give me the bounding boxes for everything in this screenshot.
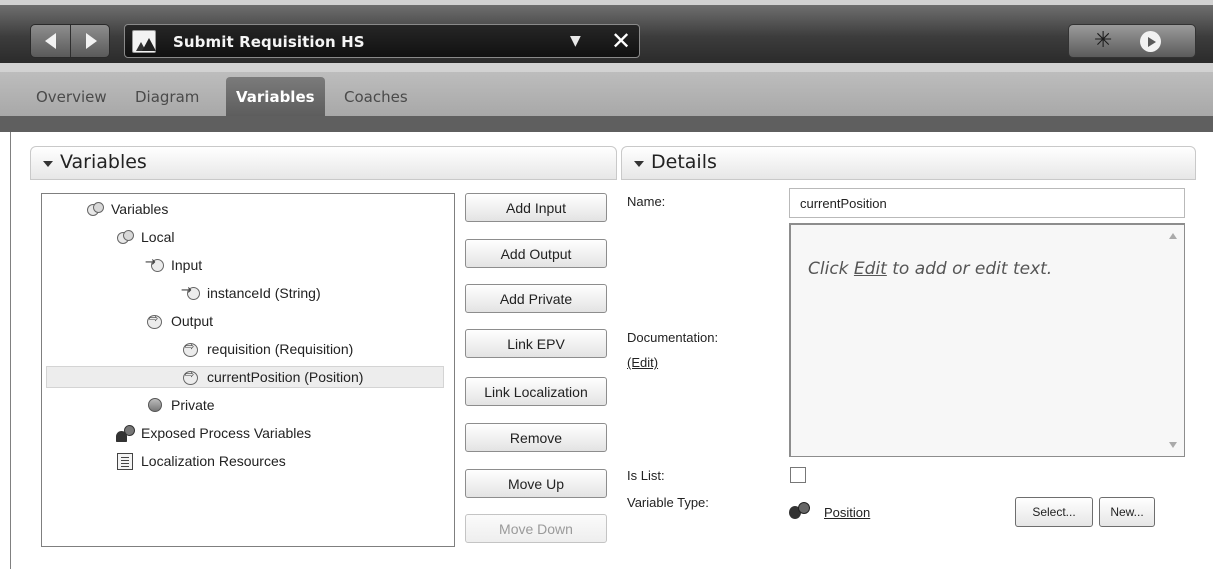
move-down-button: Move Down — [465, 514, 607, 543]
run-play-icon[interactable] — [1140, 31, 1161, 52]
tree-item-private[interactable]: Private — [146, 394, 215, 416]
editor-toolbar: Submit Requisition HS ▼ ✕ ✳ — [0, 0, 1213, 72]
forward-button[interactable] — [71, 25, 111, 57]
tree-item-label: Output — [171, 313, 214, 329]
documentation-hint-prefix: Click — [808, 259, 854, 279]
close-icon[interactable]: ✕ — [611, 27, 631, 55]
input-variable-icon — [145, 255, 164, 274]
documentation-edit-link[interactable]: (Edit) — [627, 355, 658, 370]
history-navigation — [30, 24, 110, 58]
link-epv-button[interactable]: Link EPV — [465, 329, 607, 358]
debug-bug-icon[interactable]: ✳ — [1094, 29, 1112, 53]
tree-item-label: Private — [171, 397, 215, 413]
variables-tree[interactable]: Variables Local Input instanceId (String… — [41, 193, 455, 547]
documentation-label: Documentation: — [627, 330, 719, 345]
tab-coaches[interactable]: Coaches — [344, 88, 408, 106]
tree-item-label: Exposed Process Variables — [141, 425, 312, 441]
business-object-icon — [789, 501, 811, 521]
back-arrow-icon — [45, 33, 56, 49]
move-up-button[interactable]: Move Up — [465, 469, 607, 498]
tree-item-currentposition[interactable]: currentPosition (Position) — [46, 366, 444, 388]
variable-type-label: Variable Type: — [627, 495, 709, 510]
output-variable-icon — [182, 340, 199, 358]
documentation-area[interactable]: Click Edit to add or edit text. — [789, 223, 1185, 457]
add-private-button[interactable]: Add Private — [465, 284, 607, 313]
tree-item-label: instanceId (String) — [207, 285, 321, 301]
variable-type-link[interactable]: Position — [824, 505, 870, 520]
name-field[interactable]: currentPosition — [789, 188, 1185, 218]
document-title: Submit Requisition HS — [173, 33, 365, 51]
private-variable-icon — [146, 397, 163, 414]
output-variable-icon — [182, 368, 199, 386]
exposed-variables-icon — [116, 424, 135, 442]
variable-group-icon — [86, 201, 104, 218]
tree-item-label: Variables — [111, 201, 169, 217]
tab-overview[interactable]: Overview — [36, 88, 107, 106]
collapse-arrow-icon[interactable] — [634, 161, 644, 167]
output-variable-icon — [146, 312, 163, 330]
tree-item-variables[interactable]: Variables — [86, 198, 168, 220]
name-label: Name: — [627, 194, 666, 209]
documentation-hint-edit-link[interactable]: Edit — [854, 259, 887, 279]
tree-item-label: requisition (Requisition) — [207, 341, 354, 357]
process-icon — [132, 30, 156, 53]
variables-section-header[interactable]: Variables — [30, 146, 617, 180]
tree-item-label: Input — [171, 257, 203, 273]
document-selector[interactable]: Submit Requisition HS ▼ ✕ — [124, 24, 640, 58]
forward-arrow-icon — [85, 33, 97, 49]
link-localization-button[interactable]: Link Localization — [465, 377, 607, 406]
run-debug-group: ✳ — [1068, 24, 1196, 58]
scroll-up-icon[interactable] — [1169, 233, 1177, 239]
tree-item-localization-resources[interactable]: Localization Resources — [116, 450, 286, 472]
collapse-arrow-icon[interactable] — [43, 161, 53, 167]
is-list-label: Is List: — [627, 468, 665, 483]
scroll-down-icon[interactable] — [1169, 442, 1177, 448]
add-output-button[interactable]: Add Output — [465, 239, 607, 268]
tab-underline-strip — [0, 116, 1213, 132]
tab-diagram[interactable]: Diagram — [135, 88, 199, 106]
add-input-button[interactable]: Add Input — [465, 193, 607, 222]
chevron-down-icon[interactable]: ▼ — [570, 33, 581, 49]
variables-section-title: Variables — [60, 151, 147, 173]
back-button[interactable] — [31, 25, 71, 57]
variables-editor: Variables Variables Local Input instance… — [10, 132, 1213, 569]
tree-item-input[interactable]: Input — [145, 254, 203, 276]
details-section-header[interactable]: Details — [621, 146, 1196, 180]
tree-item-label: Local — [141, 229, 175, 245]
localization-icon — [116, 452, 133, 470]
remove-button[interactable]: Remove — [465, 423, 607, 452]
tree-item-instanceid[interactable]: instanceId (String) — [181, 282, 321, 304]
documentation-hint-suffix: to add or edit text. — [886, 259, 1053, 279]
new-type-button[interactable]: New... — [1099, 497, 1155, 527]
tree-item-requisition[interactable]: requisition (Requisition) — [182, 338, 353, 360]
tree-item-output[interactable]: Output — [146, 310, 213, 332]
tree-item-local[interactable]: Local — [116, 226, 174, 248]
tree-item-exposed-process-variables[interactable]: Exposed Process Variables — [116, 422, 311, 444]
documentation-hint: Click Edit to add or edit text. — [808, 259, 1052, 279]
tree-item-label: currentPosition (Position) — [207, 369, 364, 385]
input-variable-icon — [181, 283, 200, 302]
select-type-button[interactable]: Select... — [1015, 497, 1093, 527]
tree-item-label: Localization Resources — [141, 453, 286, 469]
details-section-title: Details — [651, 151, 717, 173]
is-list-checkbox[interactable] — [790, 467, 806, 483]
editor-tabs: Overview Diagram Variables Coaches — [0, 72, 1213, 116]
variable-group-icon — [116, 229, 134, 246]
tab-variables[interactable]: Variables — [226, 77, 325, 116]
